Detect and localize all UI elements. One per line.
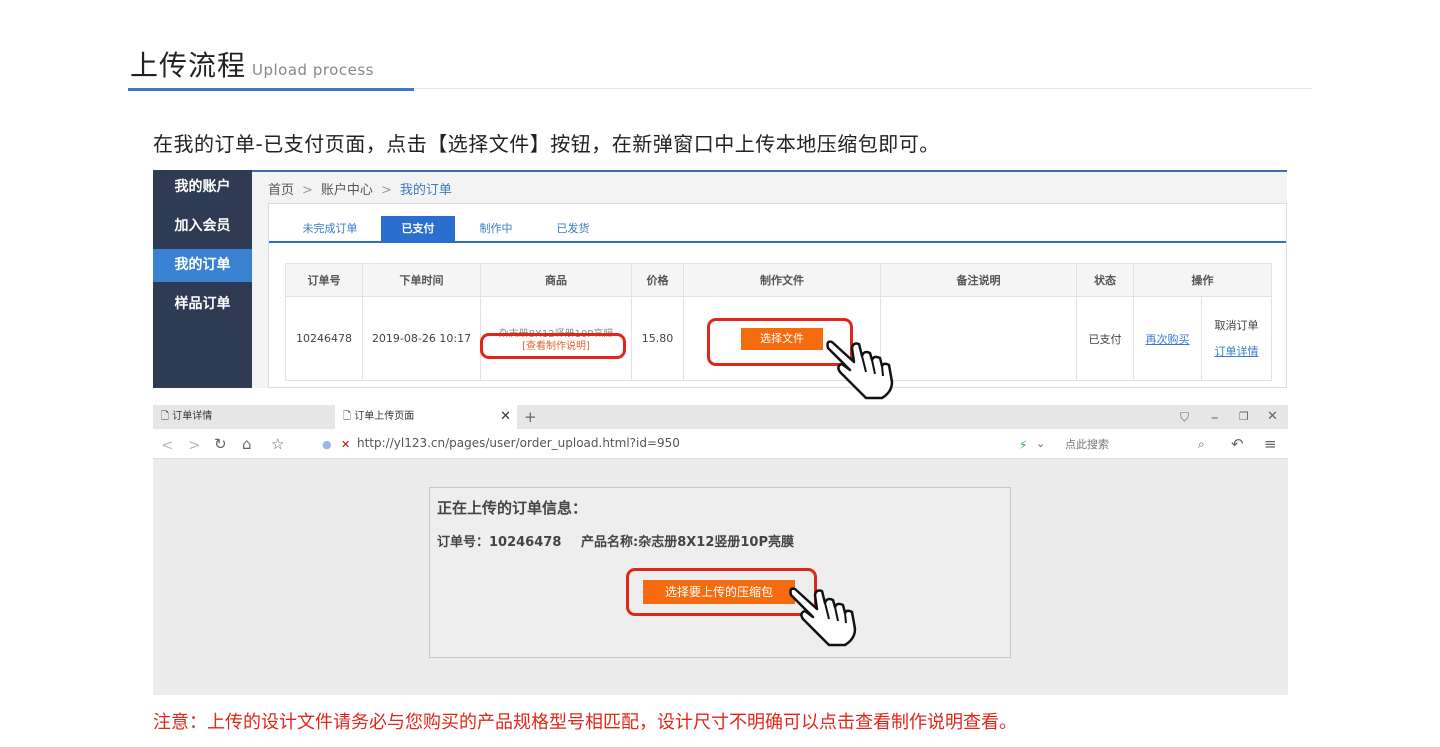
new-tab-icon[interactable]: + — [524, 409, 537, 425]
close-tab-icon[interactable]: ✕ — [500, 405, 511, 429]
close-window-icon[interactable]: ✕ — [1267, 409, 1278, 425]
tab-title: 订单上传页面 — [354, 411, 415, 422]
tab-underline — [269, 241, 1286, 243]
section-subtitle: Upload process — [252, 61, 374, 79]
dialog-title: 正在上传的订单信息： — [437, 499, 588, 517]
notice-text: 注意：上传的设计文件请务必与您购买的产品规格型号相匹配，设计尺寸不明确可以点击查… — [153, 712, 1017, 733]
star-icon[interactable]: ☆ — [271, 436, 284, 452]
search-icon[interactable]: ⌕ — [1198, 436, 1205, 452]
account-sidebar: 我的账户 加入会员 我的订单 样品订单 — [153, 170, 252, 388]
sidebar-item-membership[interactable]: 加入会员 — [153, 210, 252, 243]
minimize-icon[interactable]: – — [1211, 409, 1219, 425]
tab-paid[interactable]: 已支付 — [381, 216, 455, 241]
col-header: 订单号 — [285, 263, 363, 297]
browser-tab-order-details[interactable]: 🗋 订单详情 — [153, 405, 333, 429]
rebuy-cell: 再次购买 — [1133, 296, 1202, 381]
search-input[interactable] — [1063, 434, 1217, 454]
menu-icon[interactable]: ≡ — [1264, 436, 1277, 452]
col-header: 制作文件 — [683, 263, 881, 297]
actions-cell: 取消订单 订单详情 — [1201, 296, 1272, 381]
tab-unfinished[interactable]: 未完成订单 — [285, 216, 375, 241]
order-time: 2019-08-26 10:17 — [362, 296, 481, 381]
lightning-icon[interactable]: ⚡ — [1019, 437, 1027, 453]
col-header: 商品 — [480, 263, 632, 297]
order-details-link[interactable]: 订单详情 — [1202, 339, 1271, 365]
browser-tab-upload[interactable]: 🗋 订单上传页面 ✕ — [335, 405, 517, 429]
tab-title: 订单详情 — [172, 411, 213, 422]
pointing-hand-icon — [826, 340, 894, 400]
tab-in-production[interactable]: 制作中 — [466, 216, 526, 241]
highlight-box — [480, 333, 626, 359]
dialog-product-name: 产品名称:杂志册8X12竖册10P亮膜 — [581, 535, 794, 550]
chevron-down-icon[interactable]: ⌄ — [1036, 436, 1045, 452]
sidebar-item-my-orders[interactable]: 我的订单 — [153, 249, 252, 282]
shirt-icon[interactable]: ⛉ — [1180, 409, 1189, 425]
forward-icon[interactable]: > — [188, 437, 201, 453]
pointing-hand-icon — [789, 587, 857, 647]
chevron-right-icon: > — [380, 183, 392, 198]
status: 已支付 — [1076, 296, 1134, 381]
reload-icon[interactable]: ↻ — [214, 436, 227, 452]
sidebar-item-sample-orders[interactable]: 样品订单 — [153, 288, 252, 321]
col-header: 备注说明 — [880, 263, 1077, 297]
section-title: 上传流程 — [130, 49, 247, 82]
url-text[interactable]: http://yl123.cn/pages/user/order_upload.… — [357, 436, 680, 450]
home-icon[interactable]: ⌂ — [242, 436, 252, 452]
intro-text: 在我的订单-已支付页面，点击【选择文件】按钮，在新弹窗口中上传本地压缩包即可。 — [153, 132, 940, 156]
table-header-row: 订单号 下单时间 商品 价格 制作文件 备注说明 状态 操作 — [285, 263, 1272, 297]
restore-icon[interactable]: ❐ — [1239, 409, 1249, 425]
order-number: 10246478 — [285, 296, 363, 381]
note-cell — [880, 296, 1077, 381]
col-header: 价格 — [631, 263, 684, 297]
breadcrumb-account[interactable]: 账户中心 — [321, 183, 373, 198]
col-header: 状态 — [1076, 263, 1134, 297]
page-icon: 🗋 — [343, 411, 352, 422]
cert-icon: ✕ — [341, 438, 351, 451]
rebuy-link[interactable]: 再次购买 — [1146, 333, 1190, 346]
dialog-order-number: 订单号：10246478 — [437, 535, 562, 550]
col-header: 下单时间 — [362, 263, 481, 297]
tab-shipped[interactable]: 已发货 — [543, 216, 603, 241]
back-icon[interactable]: < — [161, 437, 174, 453]
cancel-order-link[interactable]: 取消订单 — [1202, 313, 1271, 339]
chevron-right-icon: > — [302, 183, 313, 198]
shield-icon: ● — [322, 438, 332, 451]
header-accent-bar — [128, 88, 414, 91]
page-icon: 🗋 — [161, 411, 170, 422]
sidebar-item-account[interactable]: 我的账户 — [153, 171, 252, 204]
undo-icon[interactable]: ↶ — [1231, 436, 1244, 452]
breadcrumb-current: 我的订单 — [399, 183, 452, 198]
breadcrumb-home[interactable]: 首页 — [268, 183, 294, 198]
breadcrumb: 首页 > 账户中心 > 我的订单 — [268, 179, 452, 198]
col-header: 操作 — [1133, 263, 1272, 297]
price: 15.80 — [631, 296, 684, 381]
